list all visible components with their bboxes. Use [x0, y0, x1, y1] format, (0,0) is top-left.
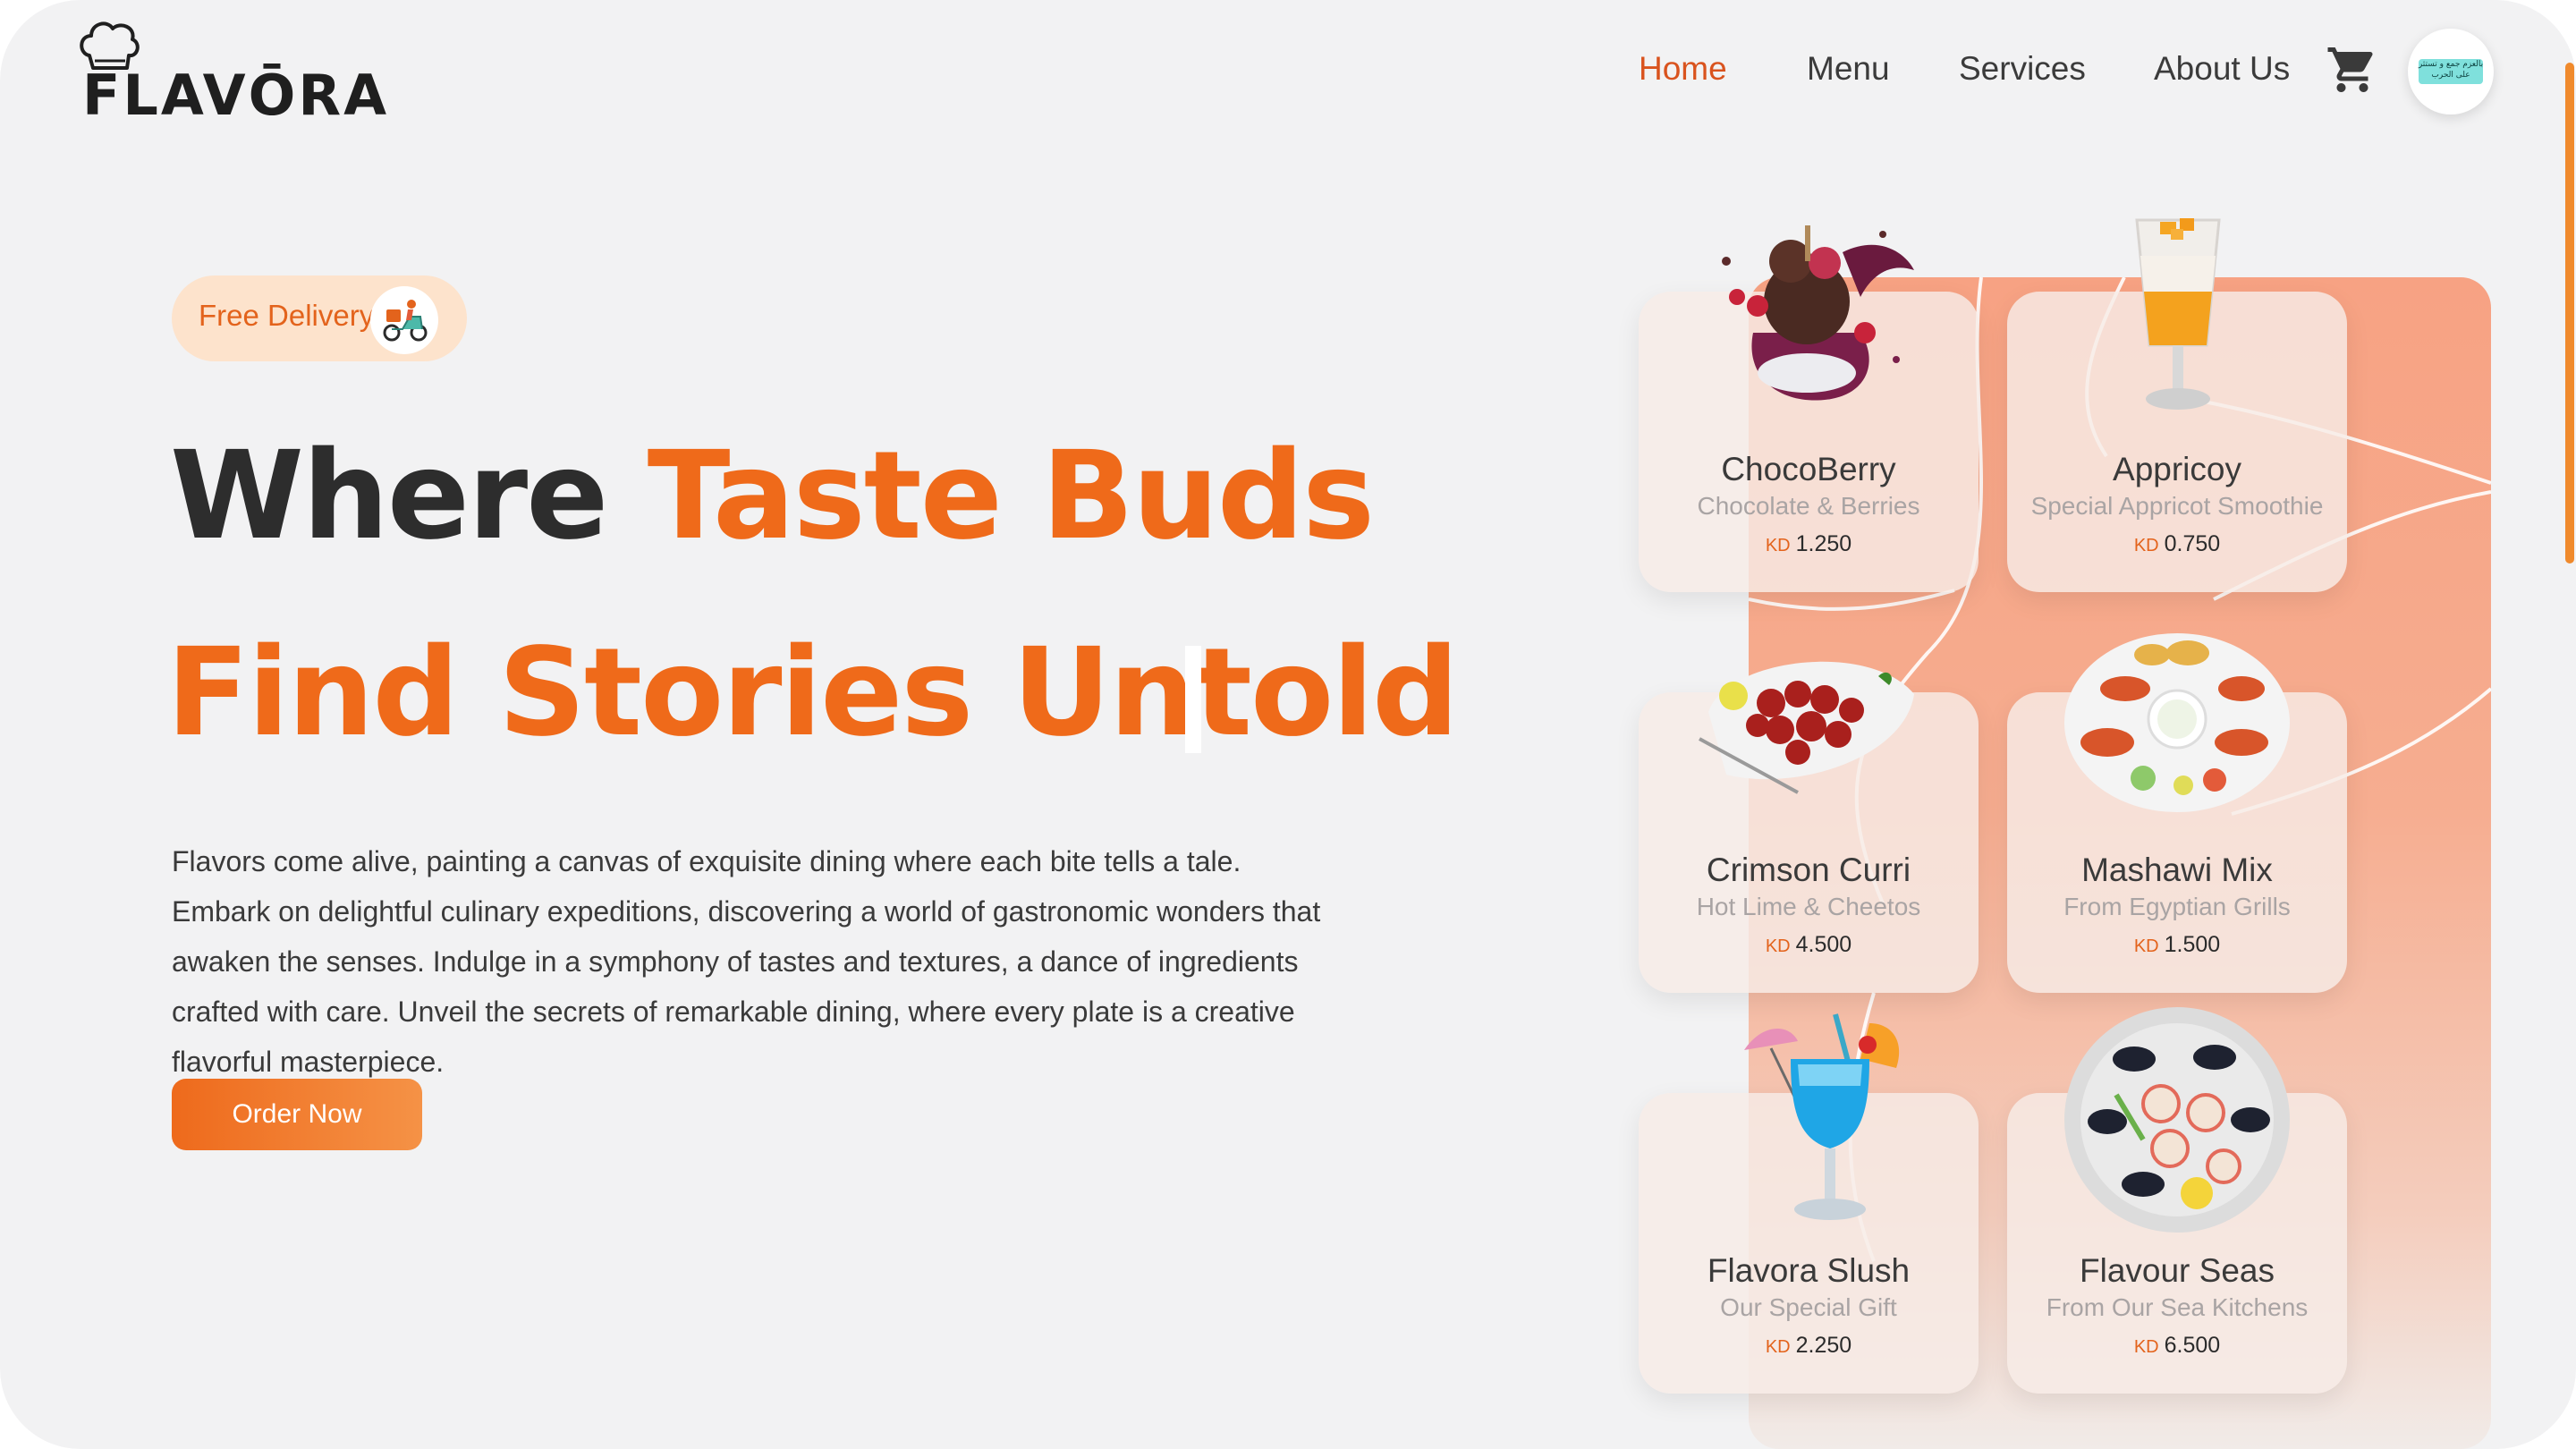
free-delivery-badge: Free Delivery [172, 275, 467, 361]
hero-headline-line2: Find Stories Untold [166, 623, 1459, 764]
card-title: Mashawi Mix [2081, 852, 2273, 888]
price-value: 0.750 [2164, 531, 2221, 556]
card-subtitle: Our Special Gift [1720, 1293, 1897, 1321]
mixed-grill-platter-image [2064, 633, 2290, 812]
delivery-scooter-icon [370, 286, 438, 354]
nav-services[interactable]: Services [1959, 50, 2086, 88]
nav-menu[interactable]: Menu [1807, 50, 1890, 88]
seafood-platter-image [2064, 1007, 2290, 1233]
landing-page: FLAVŌRA Home Menu Services About Us بالع… [0, 0, 2576, 1449]
card-title: Crimson Curri [1706, 852, 1911, 888]
card-price: KD 6.500 [2007, 1333, 2347, 1359]
currency-label: KD [2133, 1337, 2159, 1357]
price-value: 2.250 [1795, 1333, 1852, 1358]
price-value: 1.250 [1795, 531, 1852, 556]
headline-plain: Where [170, 426, 648, 567]
order-now-button[interactable]: Order Now [172, 1079, 422, 1150]
typing-cursor [1185, 646, 1201, 753]
crimson-curry-chicken-image [1699, 661, 1914, 794]
price-value: 1.500 [2164, 932, 2221, 957]
card-subtitle: From Egyptian Grills [2063, 893, 2291, 920]
card-title: Appricoy [2113, 451, 2241, 487]
blue-slush-cocktail-image [1744, 1013, 1900, 1220]
card-price: KD 1.250 [1639, 531, 1979, 557]
apricot-smoothie-image [2135, 218, 2221, 410]
card-subtitle: Special Appricot Smoothie [2030, 492, 2324, 520]
card-price: KD 0.750 [2007, 531, 2347, 557]
page-scrollbar[interactable] [2563, 0, 2576, 1449]
avatar-label: بالعزم جمع و تستثر على الحرب [2418, 60, 2484, 80]
chocolate-berry-dessert-image [1722, 225, 1914, 401]
card-price: KD 2.250 [1639, 1333, 1979, 1359]
card-subtitle: Chocolate & Berries [1697, 492, 1920, 520]
card-title: ChocoBerry [1721, 451, 1896, 487]
card-title: Flavour Seas [2080, 1252, 2275, 1289]
nav-about-us[interactable]: About Us [2154, 50, 2290, 88]
badge-label: Free Delivery [199, 299, 375, 332]
user-avatar[interactable]: بالعزم جمع و تستثر على الحرب [2408, 29, 2494, 114]
hero-headline-line1: Where Taste Buds [170, 426, 1375, 567]
scrollbar-thumb[interactable] [2565, 63, 2574, 564]
headline-accent: Taste Buds [647, 426, 1375, 567]
shopping-cart-icon[interactable] [2326, 43, 2379, 97]
brand-name: FLAVŌRA [82, 63, 390, 128]
currency-label: KD [2133, 936, 2159, 956]
card-subtitle: From Our Sea Kitchens [2046, 1293, 2309, 1321]
price-value: 4.500 [1795, 932, 1852, 957]
currency-label: KD [1765, 936, 1791, 956]
currency-label: KD [2133, 536, 2159, 555]
price-value: 6.500 [2164, 1333, 2221, 1358]
card-price: KD 1.500 [2007, 932, 2347, 958]
brand-logo[interactable]: FLAVŌRA [72, 20, 386, 128]
card-title: Flavora Slush [1707, 1252, 1911, 1289]
card-subtitle: Hot Lime & Cheetos [1696, 893, 1921, 920]
currency-label: KD [1765, 1337, 1791, 1357]
card-price: KD 4.500 [1639, 932, 1979, 958]
hero-description: Flavors come alive, painting a canvas of… [172, 845, 1321, 1078]
currency-label: KD [1765, 536, 1791, 555]
nav-home[interactable]: Home [1639, 50, 1727, 88]
